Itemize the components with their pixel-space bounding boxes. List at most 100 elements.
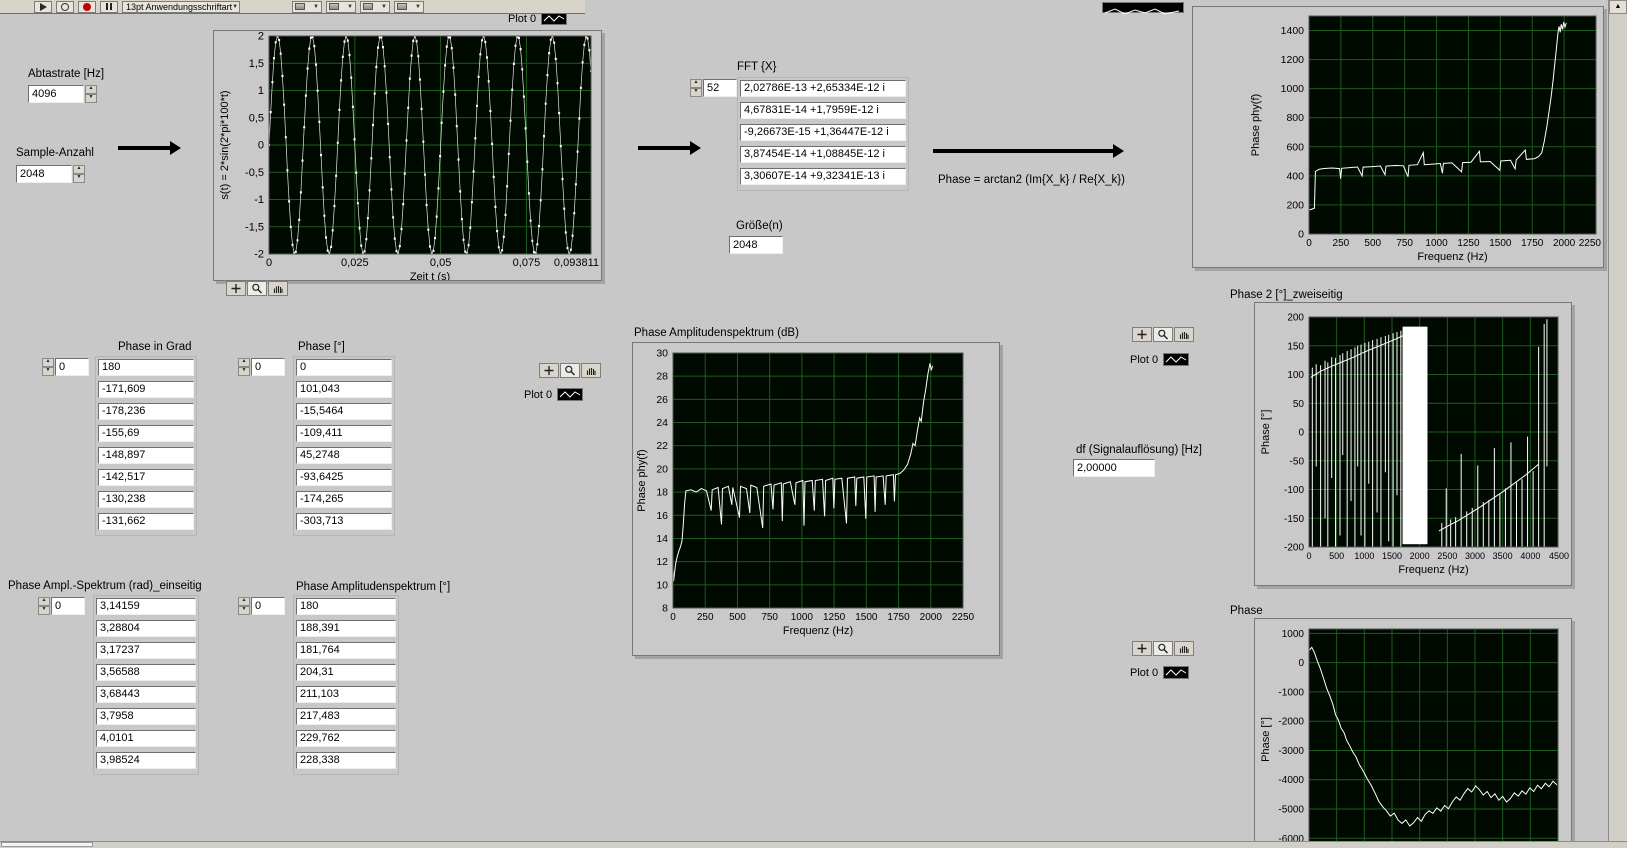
phase-graph-bottom[interactable]: 1000 0 -1000 -2000 -3000 -4000 -5000 -6000 Phase… xyxy=(1254,618,1572,848)
array-element[interactable]: -303,713 xyxy=(296,513,392,530)
array-element[interactable]: 4,67831E-14 +1,7959E-12 i xyxy=(740,102,906,119)
decrement-button[interactable]: ▼ xyxy=(38,606,50,615)
reorder-objects-dropdown[interactable]: ▼ xyxy=(394,0,424,13)
phase-rad-index-control[interactable]: ▲ ▼ 0 xyxy=(38,597,85,615)
decrement-button[interactable]: ▼ xyxy=(85,94,97,103)
zoom-tool-button[interactable] xyxy=(1153,327,1173,342)
zoom-tool-button[interactable] xyxy=(247,281,267,296)
amp-spectrum-graph-legend[interactable]: Plot 0 xyxy=(524,388,584,401)
signal-waveform-graph[interactable]: 0 0,025 0,05 0,075 0,093811 -2 -1,5 -1 -0,5 0 0,5 1… xyxy=(213,30,602,281)
array-element[interactable]: 228,338 xyxy=(296,752,396,769)
pan-tool-button[interactable] xyxy=(581,363,601,378)
index-value[interactable]: 0 xyxy=(251,358,285,376)
sample-anzahl-input[interactable]: 2048 ▲ ▼ xyxy=(16,165,85,183)
groesse-indicator[interactable]: 2048 xyxy=(729,236,783,254)
array-element[interactable]: 2,02786E-13 +2,65334E-12 i xyxy=(740,80,906,97)
array-element[interactable]: 0 xyxy=(296,359,392,376)
array-element[interactable]: 3,56588 xyxy=(96,664,196,681)
array-element[interactable]: -178,236 xyxy=(98,403,194,420)
array-element[interactable]: 3,28804 xyxy=(96,620,196,637)
array-element[interactable]: -15,5464 xyxy=(296,403,392,420)
index-value[interactable]: 0 xyxy=(55,358,89,376)
array-element[interactable]: 180 xyxy=(296,598,396,615)
decrement-button[interactable]: ▼ xyxy=(73,174,85,183)
array-element[interactable]: 4,0101 xyxy=(96,730,196,747)
index-value[interactable]: 0 xyxy=(251,597,285,615)
abtastrate-value[interactable]: 4096 xyxy=(28,85,84,103)
cursor-tool-button[interactable] xyxy=(539,363,559,378)
pan-tool-button[interactable] xyxy=(268,281,288,296)
index-spinner[interactable]: ▲ ▼ xyxy=(238,597,250,615)
abtastrate-spinner[interactable]: ▲ ▼ xyxy=(85,85,97,103)
array-element[interactable]: 217,483 xyxy=(296,708,396,725)
align-objects-dropdown[interactable]: ▼ xyxy=(292,0,322,13)
zoom-tool-button[interactable] xyxy=(560,363,580,378)
decrement-button[interactable]: ▼ xyxy=(238,606,250,615)
increment-button[interactable]: ▲ xyxy=(38,597,50,606)
horizontal-scrollbar-thumb[interactable] xyxy=(1,842,93,847)
array-element[interactable]: 229,762 xyxy=(296,730,396,747)
array-element[interactable]: -171,609 xyxy=(98,381,194,398)
index-spinner[interactable]: ▲ ▼ xyxy=(42,358,54,376)
plot-line-sample[interactable] xyxy=(1163,353,1190,366)
phase-deg-index-control[interactable]: ▲ ▼ 0 xyxy=(238,358,285,376)
index-value[interactable]: 0 xyxy=(51,597,85,615)
phase-amplitude-spectrum-db-graph[interactable]: 0 250 500 750 1000 1250 1500 1750 2000 2250 8 10 12 1… xyxy=(632,342,1000,656)
cursor-tool-button[interactable] xyxy=(1132,327,1152,342)
increment-button[interactable]: ▲ xyxy=(73,165,85,174)
fft-index-value[interactable]: 52 xyxy=(703,79,737,97)
array-element[interactable]: 188,391 xyxy=(296,620,396,637)
pan-tool-button[interactable] xyxy=(1174,327,1194,342)
array-element[interactable]: 3,68443 xyxy=(96,686,196,703)
abort-button[interactable] xyxy=(78,0,96,13)
phase-top-graph-legend[interactable] xyxy=(1102,2,1184,15)
array-element[interactable]: 204,31 xyxy=(296,664,396,681)
array-element[interactable]: -93,6425 xyxy=(296,469,392,486)
phase-amp-deg-index-control[interactable]: ▲ ▼ 0 xyxy=(238,597,285,615)
array-element[interactable]: 180 xyxy=(98,359,194,376)
resize-objects-dropdown[interactable]: ▼ xyxy=(360,0,390,13)
plot-line-sample[interactable] xyxy=(1163,666,1190,679)
pan-tool-button[interactable] xyxy=(1174,641,1194,656)
increment-button[interactable]: ▲ xyxy=(85,85,97,94)
increment-button[interactable]: ▲ xyxy=(238,358,250,367)
vertical-scrollbar[interactable] xyxy=(1608,0,1627,848)
cursor-tool-button[interactable] xyxy=(226,281,246,296)
font-selector-dropdown[interactable]: 13pt Anwendungsschriftart ▼ xyxy=(122,0,240,13)
array-element[interactable]: 3,7958 xyxy=(96,708,196,725)
array-element[interactable]: 45,2748 xyxy=(296,447,392,464)
distribute-objects-dropdown[interactable]: ▼ xyxy=(326,0,356,13)
zoom-tool-button[interactable] xyxy=(1153,641,1173,656)
array-element[interactable]: -9,26673E-15 +1,36447E-12 i xyxy=(740,124,906,141)
array-element[interactable]: -155,69 xyxy=(98,425,194,442)
abtastrate-input[interactable]: 4096 ▲ ▼ xyxy=(28,85,97,103)
array-element[interactable]: 181,764 xyxy=(296,642,396,659)
index-spinner[interactable]: ▲ ▼ xyxy=(38,597,50,615)
increment-button[interactable]: ▲ xyxy=(238,597,250,606)
df-indicator[interactable]: 2,00000 xyxy=(1073,459,1155,477)
plot-line-sample[interactable] xyxy=(557,388,584,401)
phase2-graph-legend[interactable]: Plot 0 xyxy=(1130,353,1190,366)
sample-anzahl-value[interactable]: 2048 xyxy=(16,165,72,183)
decrement-button[interactable]: ▼ xyxy=(238,367,250,376)
scroll-up-button[interactable]: ▲ xyxy=(1609,0,1627,14)
array-element[interactable]: -131,662 xyxy=(98,513,194,530)
phase-in-grad-index-control[interactable]: ▲ ▼ 0 xyxy=(42,358,89,376)
phase-frequency-graph-top[interactable]: 0 250 500 750 1000 1250 1500 1750 2000 2250 0 200 40… xyxy=(1192,6,1604,268)
run-button[interactable] xyxy=(34,0,52,13)
array-element[interactable]: -130,238 xyxy=(98,491,194,508)
fft-index-spinner[interactable]: ▲ ▼ xyxy=(690,79,702,97)
increment-button[interactable]: ▲ xyxy=(690,79,702,88)
array-element[interactable]: 3,14159 xyxy=(96,598,196,615)
cursor-tool-button[interactable] xyxy=(1132,641,1152,656)
increment-button[interactable]: ▲ xyxy=(42,358,54,367)
array-element[interactable]: 101,043 xyxy=(296,381,392,398)
decrement-button[interactable]: ▼ xyxy=(690,88,702,97)
decrement-button[interactable]: ▼ xyxy=(42,367,54,376)
array-element[interactable]: 3,30607E-14 +9,32341E-13 i xyxy=(740,168,906,185)
sample-anzahl-spinner[interactable]: ▲ ▼ xyxy=(73,165,85,183)
run-continuous-button[interactable] xyxy=(56,0,74,13)
array-element[interactable]: -148,897 xyxy=(98,447,194,464)
array-element[interactable]: 211,103 xyxy=(296,686,396,703)
phase2-zweiseitig-graph[interactable]: 0 500 1000 1500 2000 2500 3000 3500 4000 4500 -200… xyxy=(1254,302,1572,586)
